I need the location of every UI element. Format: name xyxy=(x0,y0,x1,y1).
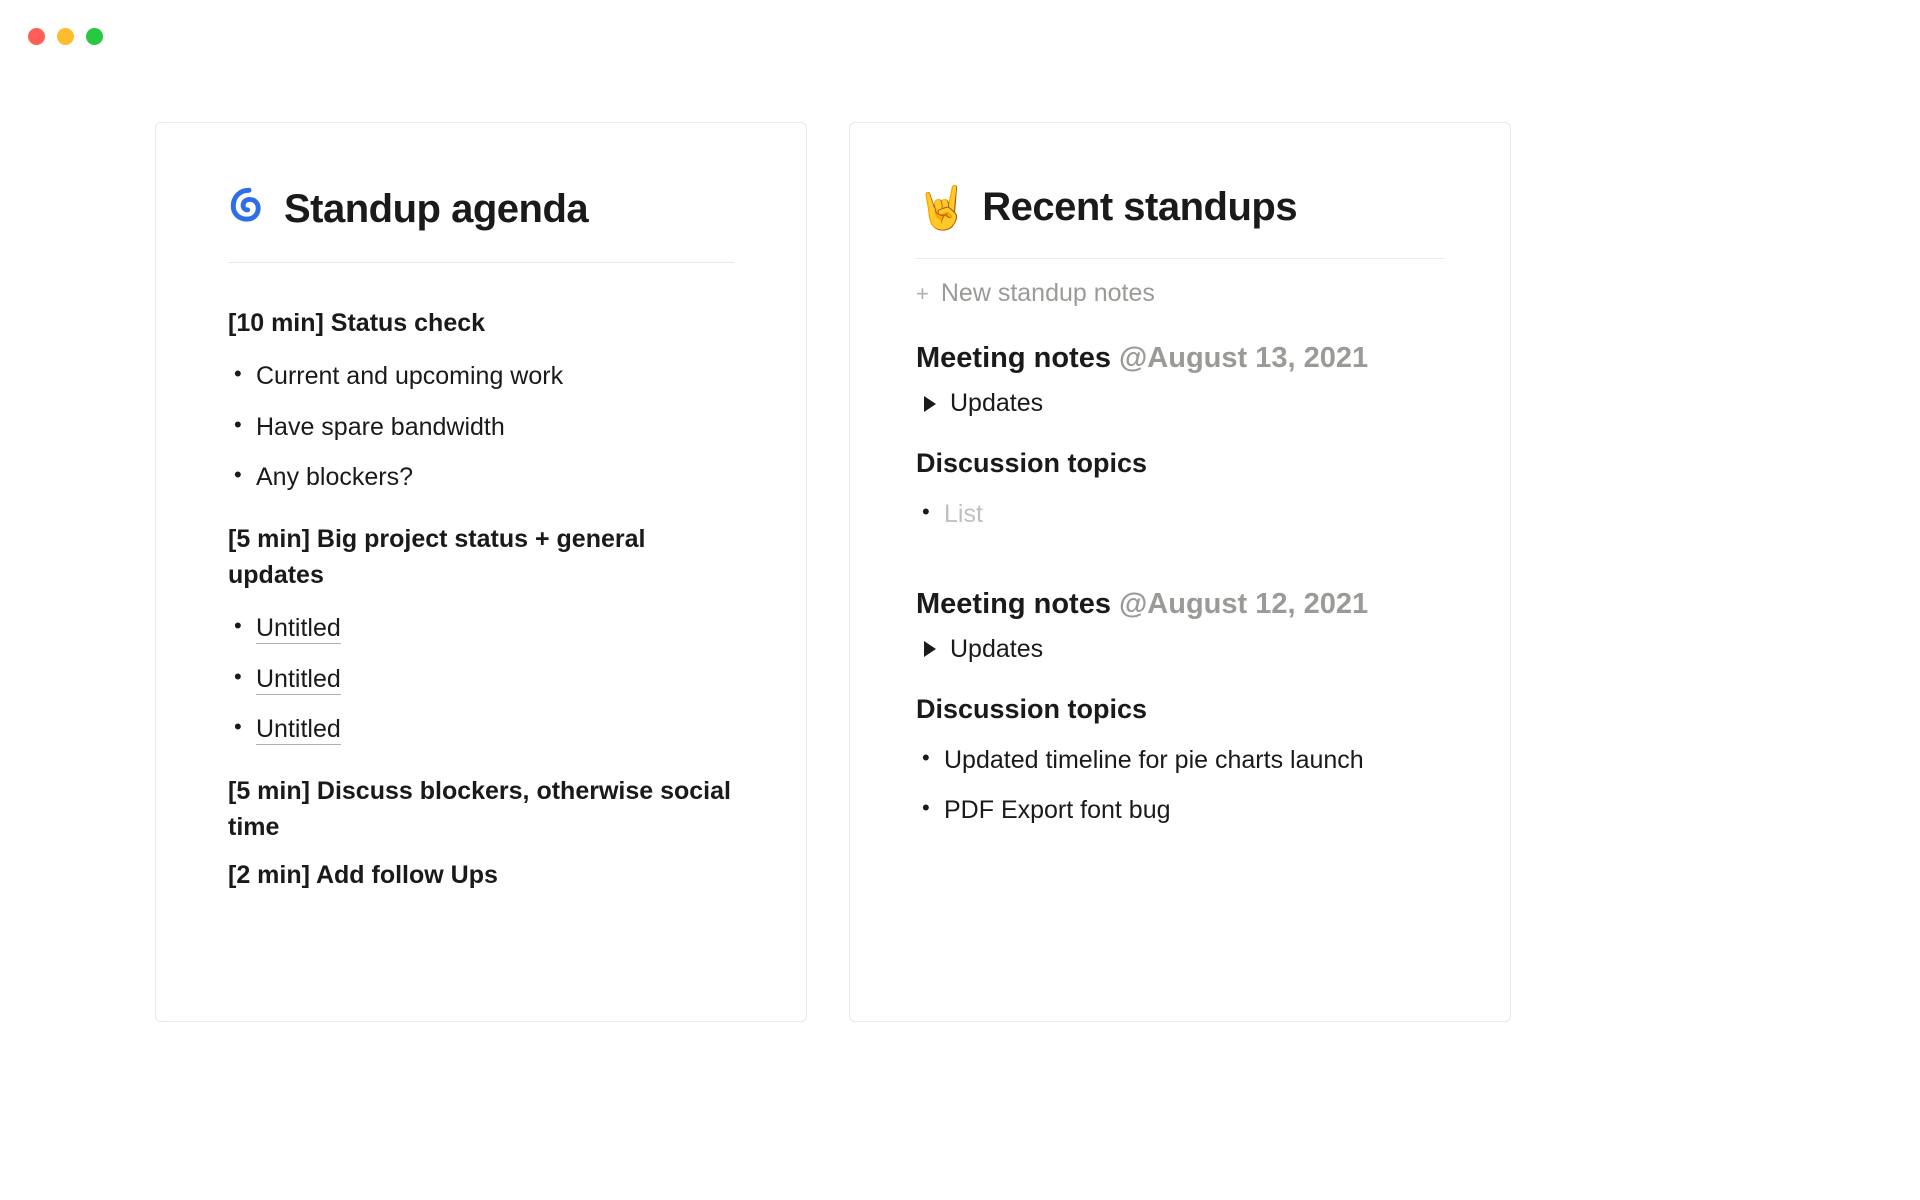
list-placeholder[interactable]: List xyxy=(944,500,983,528)
meeting-date[interactable]: @August 12, 2021 xyxy=(1119,588,1368,620)
list-item: PDF Export font bug xyxy=(944,785,1444,836)
agenda-bullet-list: Untitled Untitled Untitled xyxy=(228,603,734,755)
agenda-title: Standup agenda xyxy=(284,187,588,232)
list-item: Have spare bandwidth xyxy=(256,402,734,453)
workspace: Standup agenda [10 min] Status check Cur… xyxy=(155,122,1511,1022)
spiral-icon xyxy=(228,185,270,234)
meeting-date[interactable]: @August 13, 2021 xyxy=(1119,342,1368,374)
meeting-title-text: Meeting notes xyxy=(916,588,1111,620)
list-item: Current and upcoming work xyxy=(256,351,734,402)
updates-toggle[interactable]: Updates xyxy=(916,635,1444,664)
discussion-topics-heading: Discussion topics xyxy=(916,448,1444,479)
list-item: Any blockers? xyxy=(256,452,734,503)
page-link[interactable]: Untitled xyxy=(256,614,341,644)
new-standup-label: New standup notes xyxy=(941,279,1155,308)
agenda-bullet-list: Current and upcoming work Have spare ban… xyxy=(228,351,734,503)
page-link[interactable]: Untitled xyxy=(256,715,341,745)
agenda-body: [10 min] Status check Current and upcomi… xyxy=(228,305,734,894)
page-link[interactable]: Untitled xyxy=(256,665,341,695)
minimize-window-button[interactable] xyxy=(57,28,74,45)
toggle-arrow-icon xyxy=(924,396,936,412)
maximize-window-button[interactable] xyxy=(86,28,103,45)
list-item: List xyxy=(944,489,1444,540)
toggle-label: Updates xyxy=(950,389,1043,418)
window-controls xyxy=(28,28,103,45)
horns-icon: 🤘 xyxy=(916,187,968,229)
agenda-header: Standup agenda xyxy=(228,185,734,263)
discussion-list: Updated timeline for pie charts launch P… xyxy=(916,735,1444,836)
meeting-title-text: Meeting notes xyxy=(916,342,1111,374)
recent-header: 🤘 Recent standups xyxy=(916,185,1444,259)
recent-title: Recent standups xyxy=(982,185,1297,230)
agenda-section-heading: [2 min] Add follow Ups xyxy=(228,857,734,893)
discussion-topics-heading: Discussion topics xyxy=(916,694,1444,725)
list-item: Untitled xyxy=(256,704,734,755)
close-window-button[interactable] xyxy=(28,28,45,45)
list-item: Untitled xyxy=(256,654,734,705)
list-item: Updated timeline for pie charts launch xyxy=(944,735,1444,786)
list-item: Untitled xyxy=(256,603,734,654)
toggle-label: Updates xyxy=(950,635,1043,664)
new-standup-button[interactable]: + New standup notes xyxy=(916,279,1444,308)
toggle-arrow-icon xyxy=(924,641,936,657)
meeting-notes-heading: Meeting notes @August 13, 2021 xyxy=(916,342,1444,375)
meeting-notes-heading: Meeting notes @August 12, 2021 xyxy=(916,588,1444,621)
updates-toggle[interactable]: Updates xyxy=(916,389,1444,418)
agenda-section-heading: [10 min] Status check xyxy=(228,305,734,341)
plus-icon: + xyxy=(916,281,929,307)
discussion-list: List xyxy=(916,489,1444,540)
agenda-section-heading: [5 min] Big project status + general upd… xyxy=(228,521,734,594)
recent-card: 🤘 Recent standups + New standup notes Me… xyxy=(849,122,1511,1022)
agenda-section-heading: [5 min] Discuss blockers, otherwise soci… xyxy=(228,773,734,846)
agenda-card: Standup agenda [10 min] Status check Cur… xyxy=(155,122,807,1022)
